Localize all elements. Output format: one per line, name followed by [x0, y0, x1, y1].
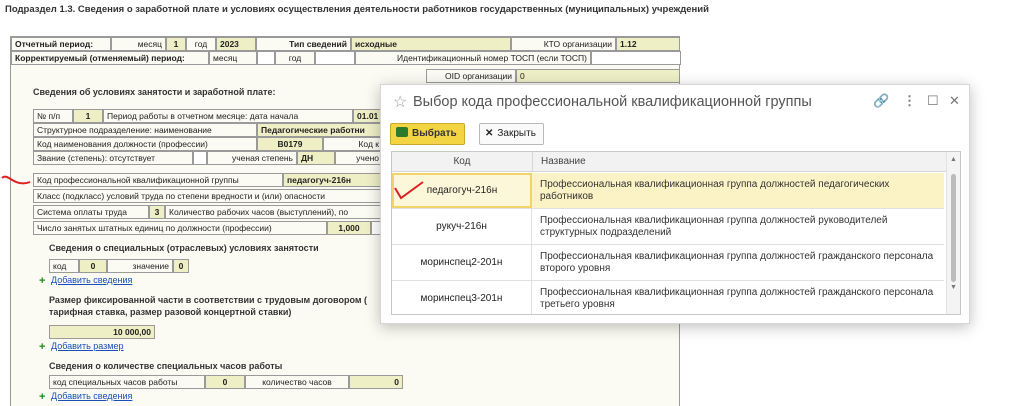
- month-label: месяц: [111, 37, 166, 51]
- scroll-down-icon[interactable]: ▼: [950, 284, 957, 291]
- table-scrollbar[interactable]: ▲ ▼: [946, 152, 960, 314]
- oid-field[interactable]: 0: [516, 69, 680, 83]
- corr-month-field[interactable]: [257, 51, 275, 65]
- scroll-up-icon[interactable]: ▲: [950, 156, 957, 163]
- special-conditions-heading: Сведения о специальных (отраслевых) усло…: [49, 243, 319, 253]
- more-vertical-icon[interactable]: ⋮: [903, 93, 916, 109]
- kto-label: КТО организации: [511, 37, 616, 51]
- table-row[interactable]: педагогуч-216н Профессиональная квалифик…: [392, 173, 944, 209]
- pay-system-label: Система оплаты труда: [33, 205, 149, 219]
- corr-month-label: месяц: [209, 51, 257, 65]
- staff-units-field[interactable]: 1,000: [327, 221, 371, 235]
- hours-label: Количество рабочих часов (выступлений), …: [165, 205, 383, 219]
- fixed-part-heading-line1: Размер фиксированной части в соответстви…: [49, 295, 367, 305]
- kto-field[interactable]: 1.12: [616, 37, 680, 51]
- oid-label: OID организации: [426, 69, 516, 83]
- select-icon: [396, 127, 408, 138]
- degree-label: ученая степень: [207, 151, 297, 165]
- select-button-label: Выбрать: [412, 128, 457, 139]
- class-label: Класс (подкласс) условий труда по степен…: [33, 189, 383, 203]
- corr-year-field[interactable]: [315, 51, 355, 65]
- special-value-field[interactable]: 0: [173, 259, 189, 273]
- pkg-table: Код Название педагогуч-216н Профессионал…: [391, 151, 961, 315]
- special-value-label: значение: [107, 259, 173, 273]
- corr-period-label: Корректируемый (отменяемый) период:: [11, 51, 209, 65]
- row-name: Профессиональная квалификационная группа…: [540, 179, 890, 202]
- close-x-icon: ✕: [485, 128, 494, 139]
- work-period-start-field[interactable]: 01.01: [353, 109, 383, 123]
- row-code: рукуч-216н: [392, 209, 532, 244]
- position-code-tail: Код к: [323, 137, 383, 151]
- table-row[interactable]: моринспец2-201н Профессиональная квалифи…: [392, 245, 944, 281]
- row-name: Профессиональная квалификационная группа…: [540, 251, 934, 274]
- pay-system-field[interactable]: 3: [149, 205, 165, 219]
- row-name: Профессиональная квалификационная группа…: [540, 287, 934, 310]
- table-row[interactable]: рукуч-216н Профессиональная квалификацио…: [392, 209, 944, 245]
- period-label: Отчетный период:: [11, 37, 111, 51]
- maximize-icon[interactable]: ☐: [927, 93, 939, 109]
- special-code-field[interactable]: 0: [79, 259, 107, 273]
- dialog-title: Выбор кода профессиональной квалификацио…: [413, 94, 812, 110]
- section-title: Подраздел 1.3. Сведения о заработной пла…: [5, 4, 709, 15]
- staff-units-label: Число занятых штатных единиц по должност…: [33, 221, 327, 235]
- close-button-label: Закрыть: [497, 128, 536, 139]
- red-annotation-mark: [1, 175, 31, 185]
- corr-year-label: год: [275, 51, 315, 65]
- special-code-label: код: [49, 259, 79, 273]
- struct-field[interactable]: Педагогические работни: [257, 123, 383, 137]
- scrollbar-thumb[interactable]: [951, 174, 956, 282]
- type-label: Тип сведений: [256, 37, 351, 51]
- special-hours-count-label: количество часов: [245, 375, 349, 389]
- add-icon: +: [39, 275, 46, 287]
- special-hours-code-field[interactable]: 0: [205, 375, 245, 389]
- special-hours-count-field[interactable]: 0: [349, 375, 403, 389]
- add-special-hours-link[interactable]: Добавить сведения: [51, 391, 132, 401]
- degree-tail: учено: [335, 151, 383, 165]
- column-header-code[interactable]: Код: [392, 152, 532, 172]
- close-dialog-button[interactable]: ✕ Закрыть: [479, 123, 544, 145]
- add-special-conditions-link[interactable]: Добавить сведения: [51, 275, 132, 285]
- tosp-label: Идентификационный номер ТОСП (если ТОСП): [355, 51, 591, 65]
- type-field[interactable]: исходные: [351, 37, 511, 51]
- fixed-part-field[interactable]: 10 000,00: [49, 325, 155, 339]
- pkg-label: Код профессиональной квалификационной гр…: [33, 173, 283, 187]
- add-icon: +: [39, 391, 46, 403]
- tosp-field[interactable]: [591, 51, 681, 65]
- pkg-selection-dialog: ☆ Выбор кода профессиональной квалификац…: [380, 84, 970, 324]
- pkg-field[interactable]: педагогуч-216н: [283, 173, 383, 187]
- rank-label: Звание (степень): отсутствует: [33, 151, 193, 165]
- red-check-mark: [394, 181, 424, 200]
- row-name: Профессиональная квалификационная группа…: [540, 215, 888, 238]
- np-label: № п/п: [33, 109, 73, 123]
- work-period-label: Период работы в отчетном месяце: дата на…: [103, 109, 353, 123]
- column-header-name[interactable]: Название: [532, 152, 948, 172]
- close-icon[interactable]: ✕: [949, 93, 960, 109]
- fixed-part-heading-line2: тарифная ставка, размер разовой концертн…: [49, 307, 292, 317]
- special-hours-heading: Сведения о количестве специальных часов …: [49, 361, 283, 371]
- np-field[interactable]: 1: [73, 109, 103, 123]
- select-button[interactable]: Выбрать: [390, 123, 465, 145]
- rank-field[interactable]: [193, 151, 207, 165]
- row-code: моринспец2-201н: [392, 245, 532, 280]
- star-icon[interactable]: ☆: [393, 92, 407, 112]
- position-code-field[interactable]: B0179: [257, 137, 323, 151]
- link-icon[interactable]: 🔗: [873, 93, 889, 109]
- month-field[interactable]: 1: [166, 37, 186, 51]
- row-code: моринспец3-201н: [392, 281, 532, 314]
- add-fixed-part-link[interactable]: Добавить размер: [51, 341, 124, 351]
- add-icon: +: [39, 341, 46, 353]
- struct-label: Структурное подразделение: наименование: [33, 123, 257, 137]
- conditions-heading: Сведения об условиях занятости и заработ…: [33, 87, 276, 97]
- table-row[interactable]: моринспец3-201н Профессиональная квалифи…: [392, 281, 944, 314]
- degree-field[interactable]: ДН: [297, 151, 335, 165]
- special-hours-code-label: код специальных часов работы: [49, 375, 205, 389]
- year-field[interactable]: 2023: [216, 37, 256, 51]
- position-code-label: Код наименования должности (профессии): [33, 137, 257, 151]
- year-label: год: [186, 37, 216, 51]
